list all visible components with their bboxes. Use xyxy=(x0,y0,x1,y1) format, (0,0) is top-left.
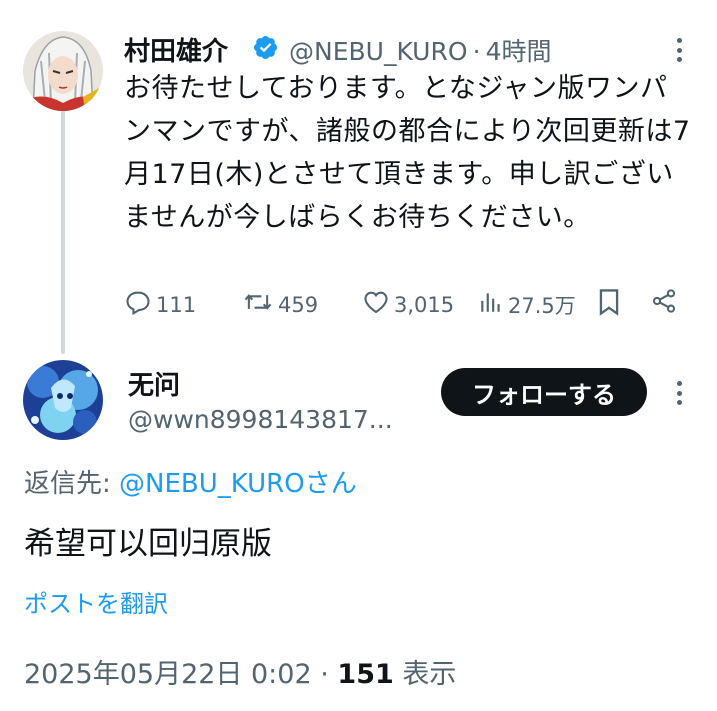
views-count: 27.5万 xyxy=(508,293,576,318)
like-count: 3,015 xyxy=(394,292,455,317)
bookmark-icon[interactable] xyxy=(596,287,622,321)
reply-more-icon[interactable] xyxy=(677,381,682,405)
reply-author-name[interactable]: 无问 xyxy=(128,365,180,402)
reply-date[interactable]: 2025年05月22日 0:02 xyxy=(24,659,312,690)
tweet-meta: @NEBU_KURO · 4時間 xyxy=(289,32,552,68)
translate-link[interactable]: ポストを翻訳 xyxy=(24,584,168,619)
repost-button[interactable]: 459 xyxy=(242,288,318,321)
tweet-time[interactable]: 4時間 xyxy=(486,37,552,66)
reply-to-suffix: さん xyxy=(304,469,357,499)
follow-button[interactable]: フォローする xyxy=(441,368,647,416)
reply-meta-separator: · xyxy=(320,659,329,690)
views-button[interactable]: 27.5万 xyxy=(478,288,576,321)
views-icon xyxy=(478,288,508,321)
thread-line xyxy=(61,92,65,354)
reply-count: 111 xyxy=(156,292,197,317)
share-icon[interactable] xyxy=(650,287,678,319)
repost-icon xyxy=(242,288,278,321)
action-bar: 111 459 3,015 27.5万 xyxy=(124,282,684,322)
reply-to-line: 返信先: @NEBU_KUROさん xyxy=(24,463,357,500)
reply-author-handle[interactable]: @wwn8998143817... xyxy=(128,405,393,434)
avatar-parent[interactable] xyxy=(23,31,103,111)
like-icon xyxy=(362,288,394,321)
reply-to-handle-link[interactable]: @NEBU_KURO xyxy=(119,469,305,499)
repost-count: 459 xyxy=(278,292,319,317)
reply-view-count: 151 xyxy=(337,659,394,690)
author-name[interactable]: 村田雄介 xyxy=(124,31,228,68)
avatar-reply[interactable] xyxy=(23,360,103,440)
reply-to-prefix: 返信先: xyxy=(24,469,120,499)
reply-icon xyxy=(124,288,156,321)
reply-view-label: 表示 xyxy=(402,659,457,690)
author-handle[interactable]: @NEBU_KURO xyxy=(289,37,468,66)
reply-meta: 2025年05月22日 0:02 · 151 表示 xyxy=(24,652,456,691)
reply-text: 希望可以回归原版 xyxy=(24,526,272,562)
meta-separator: · xyxy=(472,37,481,66)
reply-button[interactable]: 111 xyxy=(124,288,196,321)
verified-badge-icon xyxy=(252,34,279,65)
tweet-text: お待たせしております。となジャン版ワンパンマンですが、諸般の都合により次回更新は… xyxy=(124,73,691,233)
like-button[interactable]: 3,015 xyxy=(362,288,454,321)
more-icon[interactable] xyxy=(677,38,682,62)
